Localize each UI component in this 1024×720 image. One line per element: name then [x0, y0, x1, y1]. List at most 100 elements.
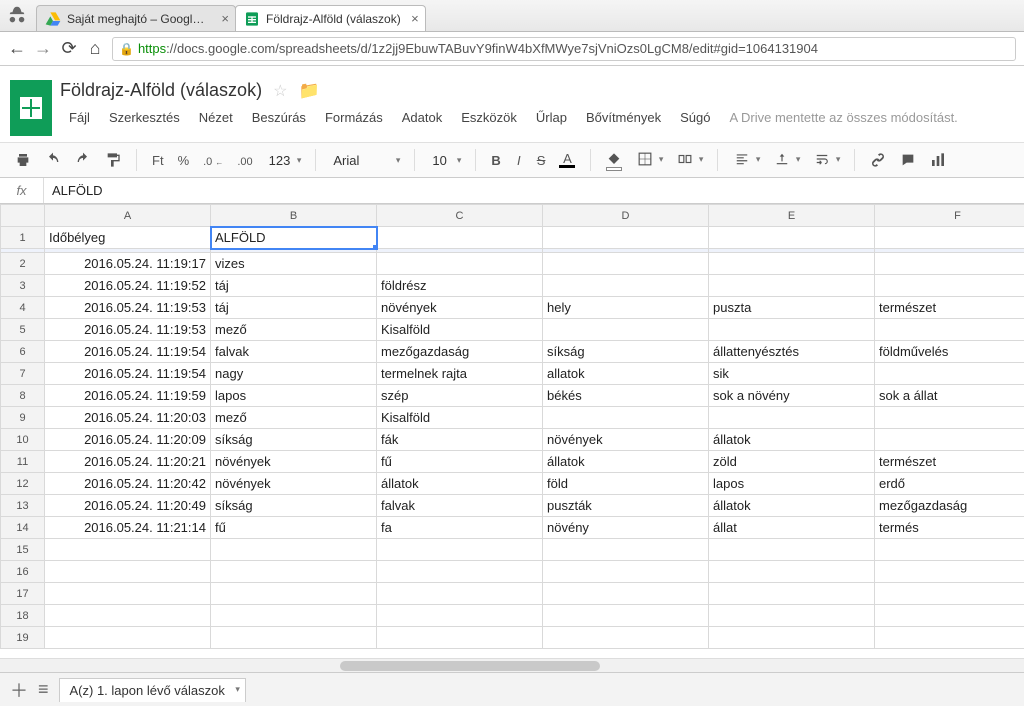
close-icon[interactable]: × [221, 11, 229, 26]
cell-D2[interactable] [543, 253, 709, 275]
cell-F15[interactable] [875, 539, 1024, 561]
chart-button[interactable] [925, 149, 951, 171]
cell-C13[interactable]: falvak [377, 495, 543, 517]
add-sheet-button[interactable]: ＋ [10, 677, 28, 703]
merge-button[interactable] [671, 149, 707, 172]
cell-D1[interactable] [543, 227, 709, 249]
row-header-1[interactable]: 1 [1, 227, 45, 249]
cell-D3[interactable] [543, 275, 709, 297]
cell-B2[interactable]: vizes [211, 253, 377, 275]
number-format-select[interactable]: 123 [262, 150, 306, 171]
cell-E11[interactable]: zöld [709, 451, 875, 473]
cell-C5[interactable]: Kisalföld [377, 319, 543, 341]
cell-A12[interactable]: 2016.05.24. 11:20:42 [45, 473, 211, 495]
print-button[interactable] [10, 149, 36, 171]
cell-C8[interactable]: szép [377, 385, 543, 407]
cell-B5[interactable]: mező [211, 319, 377, 341]
cell-B14[interactable]: fű [211, 517, 377, 539]
cell-F9[interactable] [875, 407, 1024, 429]
close-icon[interactable]: × [411, 11, 419, 26]
cell-C10[interactable]: fák [377, 429, 543, 451]
cell-E19[interactable] [709, 627, 875, 649]
spreadsheet-grid[interactable]: ABCDEF1IdőbélyegALFÖLD22016.05.24. 11:19… [0, 204, 1024, 658]
cell-A7[interactable]: 2016.05.24. 11:19:54 [45, 363, 211, 385]
menu-view[interactable]: Nézet [190, 107, 242, 128]
cell-A8[interactable]: 2016.05.24. 11:19:59 [45, 385, 211, 407]
col-header-F[interactable]: F [875, 205, 1024, 227]
cell-E16[interactable] [709, 561, 875, 583]
cell-B15[interactable] [211, 539, 377, 561]
wrap-button[interactable] [808, 149, 844, 172]
cell-A17[interactable] [45, 583, 211, 605]
cell-E7[interactable]: sik [709, 363, 875, 385]
star-icon[interactable]: ☆ [273, 83, 287, 100]
cell-D10[interactable]: növények [543, 429, 709, 451]
back-button[interactable]: ← [8, 38, 26, 59]
cell-E14[interactable]: állat [709, 517, 875, 539]
cell-D17[interactable] [543, 583, 709, 605]
cell-A13[interactable]: 2016.05.24. 11:20:49 [45, 495, 211, 517]
valign-button[interactable] [768, 149, 804, 172]
currency-button[interactable]: Ft [147, 150, 169, 171]
cell-F11[interactable]: természet [875, 451, 1024, 473]
cell-B18[interactable] [211, 605, 377, 627]
cell-F16[interactable] [875, 561, 1024, 583]
dec-decrease-button[interactable]: .0 ← [198, 150, 228, 171]
cell-F12[interactable]: erdő [875, 473, 1024, 495]
row-header-5[interactable]: 5 [1, 319, 45, 341]
menu-edit[interactable]: Szerkesztés [100, 107, 189, 128]
cell-A4[interactable]: 2016.05.24. 11:19:53 [45, 297, 211, 319]
cell-D16[interactable] [543, 561, 709, 583]
browser-tab-drive[interactable]: Saját meghajtó – Google D × [36, 5, 236, 31]
cell-F10[interactable] [875, 429, 1024, 451]
cell-B13[interactable]: síkság [211, 495, 377, 517]
cell-B7[interactable]: nagy [211, 363, 377, 385]
fillcolor-button[interactable] [601, 147, 627, 174]
reload-button[interactable]: ⟳ [60, 38, 78, 59]
menu-addon[interactable]: Bővítmények [577, 107, 670, 128]
menu-file[interactable]: Fájl [60, 107, 99, 128]
undo-button[interactable] [40, 149, 66, 171]
row-header-6[interactable]: 6 [1, 341, 45, 363]
cell-E17[interactable] [709, 583, 875, 605]
row-header-19[interactable]: 19 [1, 627, 45, 649]
cell-D13[interactable]: puszták [543, 495, 709, 517]
bold-button[interactable]: B [486, 150, 505, 171]
cell-A1[interactable]: Időbélyeg [45, 227, 211, 249]
row-header-15[interactable]: 15 [1, 539, 45, 561]
row-header-12[interactable]: 12 [1, 473, 45, 495]
cell-E8[interactable]: sok a növény [709, 385, 875, 407]
cell-F8[interactable]: sok a állat [875, 385, 1024, 407]
row-header-8[interactable]: 8 [1, 385, 45, 407]
cell-C4[interactable]: növények [377, 297, 543, 319]
menu-insert[interactable]: Beszúrás [243, 107, 315, 128]
cell-A16[interactable] [45, 561, 211, 583]
paintformat-button[interactable] [100, 149, 126, 171]
menu-data[interactable]: Adatok [393, 107, 451, 128]
cell-B12[interactable]: növények [211, 473, 377, 495]
cell-A18[interactable] [45, 605, 211, 627]
cell-C19[interactable] [377, 627, 543, 649]
cell-F1[interactable] [875, 227, 1024, 249]
cell-E10[interactable]: állatok [709, 429, 875, 451]
cell-A19[interactable] [45, 627, 211, 649]
borders-button[interactable] [631, 149, 667, 172]
textcolor-button[interactable]: A [554, 150, 580, 171]
strike-button[interactable]: S [532, 150, 551, 171]
cell-D6[interactable]: síkság [543, 341, 709, 363]
menu-help[interactable]: Súgó [671, 107, 719, 128]
row-header-3[interactable]: 3 [1, 275, 45, 297]
cell-D4[interactable]: hely [543, 297, 709, 319]
cell-E12[interactable]: lapos [709, 473, 875, 495]
cell-B9[interactable]: mező [211, 407, 377, 429]
cell-B3[interactable]: táj [211, 275, 377, 297]
link-button[interactable] [865, 149, 891, 171]
cell-D15[interactable] [543, 539, 709, 561]
sheets-logo[interactable] [10, 80, 52, 136]
cell-D12[interactable]: föld [543, 473, 709, 495]
horizontal-scrollbar[interactable] [0, 658, 1024, 672]
cell-A3[interactable]: 2016.05.24. 11:19:52 [45, 275, 211, 297]
cell-F17[interactable] [875, 583, 1024, 605]
row-header-14[interactable]: 14 [1, 517, 45, 539]
cell-E13[interactable]: állatok [709, 495, 875, 517]
